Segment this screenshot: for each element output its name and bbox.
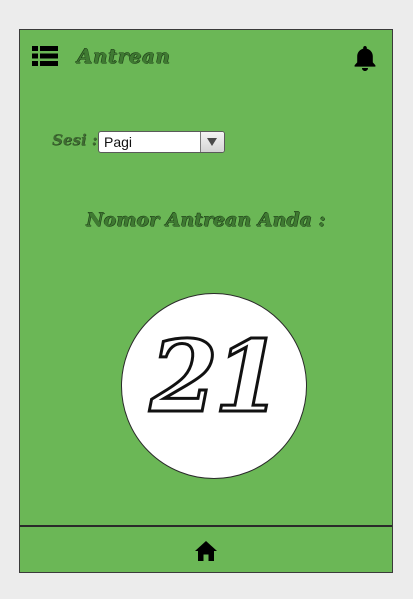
session-label: Sesi :: [52, 131, 98, 149]
list-menu-icon[interactable]: [32, 45, 58, 67]
session-select[interactable]: Pagi: [98, 131, 225, 153]
home-icon[interactable]: [194, 540, 218, 562]
bottom-nav: [20, 525, 392, 572]
session-selected-value: Pagi: [104, 134, 133, 150]
chevron-down-icon[interactable]: [200, 132, 224, 152]
queue-number-badge: 21: [121, 293, 307, 479]
app-title: Antrean: [77, 44, 171, 68]
queue-number: 21: [148, 320, 283, 435]
app-screen: Antrean Sesi : Pagi Nomor Antrean Anda :…: [19, 29, 393, 573]
queue-label: Nomor Antrean Anda :: [86, 209, 326, 231]
bell-icon[interactable]: [352, 44, 378, 72]
